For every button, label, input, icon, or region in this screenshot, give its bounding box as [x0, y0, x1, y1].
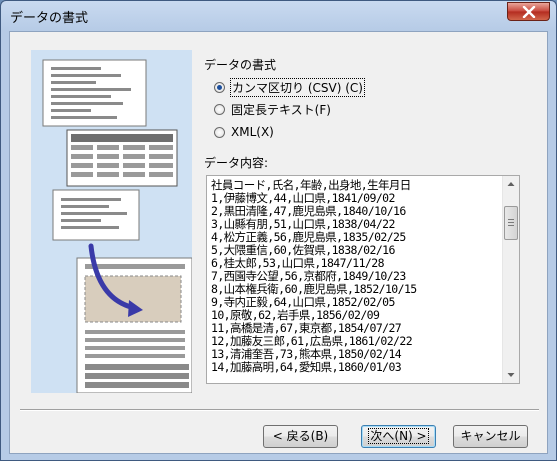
next-button[interactable]: 次へ(N) >: [361, 425, 436, 448]
window-title: データの書式: [10, 11, 89, 26]
radio-csv[interactable]: カンマ区切り (CSV) (C): [214, 77, 365, 97]
scroll-down-button[interactable]: [503, 366, 519, 383]
data-preview-text: 社員コード,氏名,年齢,出身地,生年月日 1,伊藤博文,44,山口県,1841/…: [211, 179, 503, 374]
dialog-client-area: データの書式 カンマ区切り (CSV) (C) 固定長テキスト(F) XML(X…: [9, 31, 548, 454]
next-button-label: 次へ(N) >: [368, 428, 429, 444]
radio-xml-button[interactable]: [214, 126, 225, 138]
radio-xml[interactable]: XML(X): [214, 123, 274, 141]
preview-line: 2,黒田清隆,47,鹿児島県,1840/10/16: [211, 205, 406, 218]
scroll-up-button[interactable]: [503, 176, 519, 193]
back-button[interactable]: < 戻る(B): [263, 425, 338, 448]
radio-fixed-length[interactable]: 固定長テキスト(F): [214, 100, 331, 118]
radio-csv-label[interactable]: カンマ区切り (CSV) (C): [230, 77, 365, 97]
preview-line: 13,清浦奎吾,73,熊本県,1850/02/14: [211, 348, 402, 361]
scroll-down-icon: [507, 373, 515, 377]
radio-fixed-length-label[interactable]: 固定長テキスト(F): [231, 101, 331, 118]
close-icon: [522, 6, 536, 18]
preview-line: 11,高橋是清,67,東京都,1854/07/27: [211, 322, 402, 335]
cancel-button[interactable]: キャンセル: [453, 425, 528, 448]
preview-line: 3,山縣有朋,51,山口県,1838/04/22: [211, 218, 395, 231]
scroll-up-icon: [507, 182, 515, 186]
data-preview-box[interactable]: 社員コード,氏名,年齢,出身地,生年月日 1,伊藤博文,44,山口県,1841/…: [206, 175, 520, 384]
preview-line: 8,山本権兵衛,60,鹿児島県,1852/10/15: [211, 283, 417, 296]
format-group-label: データの書式: [204, 58, 277, 72]
preview-line: 14,加藤高明,64,愛知県,1860/01/03: [211, 361, 402, 374]
preview-line: 7,西園寺公望,56,京都府,1849/10/23: [211, 270, 406, 283]
preview-line: 6,桂太郎,53,山口県,1847/11/28: [211, 257, 385, 270]
format-illustration: [31, 50, 192, 393]
dialog-window: データの書式 データの書式 カンマ区切り (CSV) (C) 固定長テキスト(F…: [0, 0, 557, 461]
radio-xml-label[interactable]: XML(X): [231, 125, 274, 139]
preview-line: 10,原敬,62,岩手県,1856/02/09: [211, 309, 380, 322]
preview-line: 12,加藤友三郎,61,広島県,1861/02/22: [211, 335, 413, 348]
preview-vertical-scrollbar[interactable]: [502, 176, 519, 383]
preview-line: 1,伊藤博文,44,山口県,1841/09/02: [211, 192, 395, 205]
preview-line: 5,大隈重信,60,佐賀県,1838/02/16: [211, 244, 395, 257]
preview-line: 社員コード,氏名,年齢,出身地,生年月日: [211, 179, 411, 192]
data-content-label: データ内容:: [204, 156, 269, 170]
preview-line: 9,寺内正毅,64,山口県,1852/02/05: [211, 296, 395, 309]
close-button[interactable]: [507, 2, 550, 21]
footer-divider: [20, 409, 539, 411]
preview-line: 4,松方正義,56,鹿児島県,1835/02/25: [211, 231, 406, 244]
radio-csv-button[interactable]: [214, 81, 225, 93]
title-bar[interactable]: データの書式: [1, 1, 556, 31]
documents-illustration: [42, 59, 192, 393]
scroll-thumb[interactable]: [504, 206, 518, 240]
radio-fixed-length-button[interactable]: [214, 103, 225, 115]
